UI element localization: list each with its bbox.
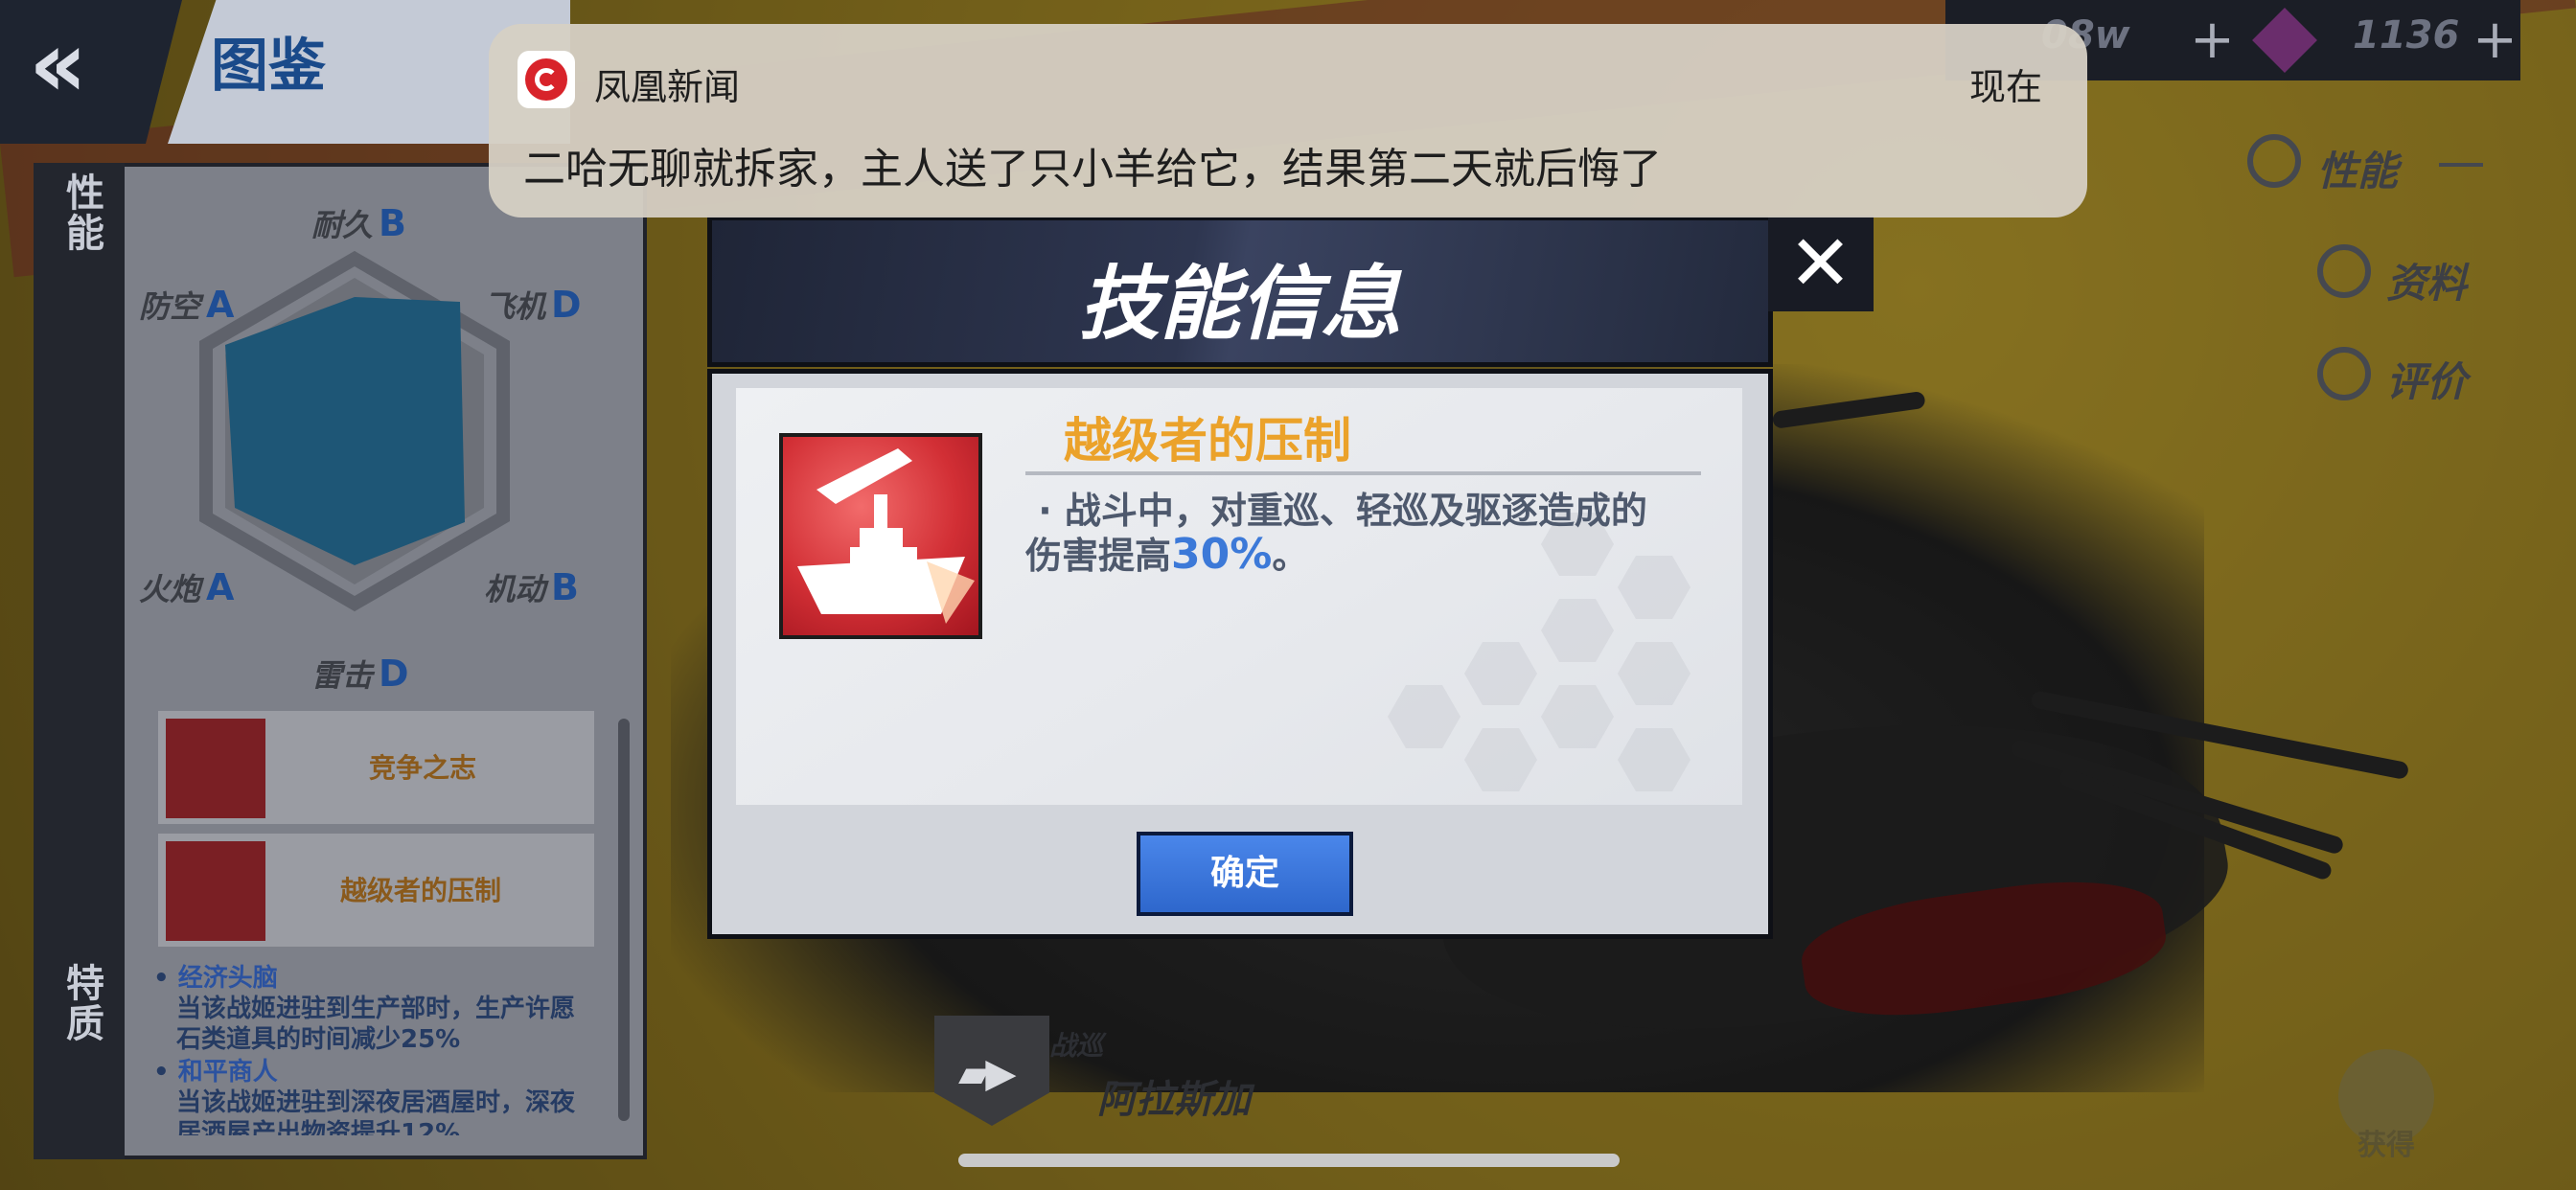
- battleship-icon: [797, 448, 975, 624]
- stat-anti-air: 防空 A: [139, 284, 235, 326]
- trait-text: 当该战姬进驻到深夜居酒屋时，深夜: [176, 1088, 576, 1117]
- phoenix-swirl-icon: [535, 68, 558, 91]
- skill-description: · 战斗中，对重巡、轻巡及驱逐造成的 伤害提高30%。: [1025, 490, 1647, 579]
- ship-class: 战巡: [1049, 1030, 1104, 1062]
- skill-icon: [779, 433, 982, 639]
- skill-bonus-value: 30%: [1171, 530, 1273, 579]
- skill-row[interactable]: 竞争之志: [158, 711, 594, 824]
- stat-mobility: 机动 B: [484, 566, 579, 608]
- clock-icon: [166, 719, 265, 818]
- hex-pattern: [1388, 685, 1460, 748]
- notification-time: 现在: [1969, 66, 2043, 108]
- obtain-label[interactable]: 获得: [2358, 1121, 2415, 1163]
- dialog-title: 技能信息: [1078, 257, 1401, 351]
- back-button[interactable]: ‹‹: [29, 18, 115, 110]
- gem-count: 1136: [2353, 13, 2460, 57]
- notification-app-name: 凤凰新闻: [594, 66, 741, 108]
- skill-row[interactable]: 越级者的压制: [158, 834, 594, 947]
- stat-aircraft: 飞机 D: [484, 284, 582, 326]
- trait-text: 当该战姬进驻到生产部时，生产许愿: [176, 995, 576, 1023]
- profile-icon: [2317, 244, 2371, 298]
- skill-row-name: 竞争之志: [369, 752, 477, 784]
- tab-review[interactable]: 评价: [2386, 350, 2467, 408]
- trait-title: 和平商人: [177, 1058, 278, 1087]
- trait-title: 经济头脑: [177, 964, 278, 993]
- hex-pattern: [1464, 642, 1537, 705]
- hex-pattern: [1618, 728, 1690, 791]
- hex-pattern: [1541, 599, 1614, 662]
- home-indicator[interactable]: [958, 1154, 1620, 1167]
- notification-message: 二哈无聊就拆家，主人送了只小羊给它，结果第二天就后悔了: [523, 145, 1662, 194]
- emblem-icon: ▰▶: [958, 1049, 1017, 1096]
- stat-torpedo: 雷击 D: [311, 652, 409, 695]
- skill-row-name: 越级者的压制: [340, 875, 502, 906]
- traits-section-label: 特质: [59, 963, 104, 1043]
- add-coins-button[interactable]: +: [2190, 0, 2235, 80]
- add-gems-button[interactable]: +: [2472, 0, 2518, 80]
- double-chevron-left-icon: ‹‹: [29, 11, 87, 118]
- hex-pattern: [1618, 642, 1690, 705]
- stat-durability: 耐久 B: [311, 202, 406, 244]
- battleship-icon: [166, 841, 265, 941]
- stat-firepower: 火炮 A: [139, 566, 235, 608]
- close-icon[interactable]: ✕: [1788, 216, 1852, 311]
- trait-text: 石类道具的时间减少25%: [176, 1025, 461, 1054]
- ship-name: 阿拉斯加: [1097, 1078, 1251, 1122]
- page-title: 图鉴: [211, 33, 326, 100]
- tab-profile[interactable]: 资料: [2386, 251, 2467, 309]
- gear-icon: [2247, 134, 2301, 188]
- scrollbar[interactable]: [618, 719, 630, 1121]
- skill-name: 越级者的压制: [1064, 413, 1351, 469]
- tab-indicator: [2439, 163, 2483, 167]
- trait-item: • 和平商人 当该战姬进驻到深夜居酒屋时，深夜 居酒屋产出物资提升12%: [153, 1057, 575, 1135]
- review-icon: [2317, 347, 2371, 400]
- hex-pattern: [1541, 685, 1614, 748]
- radar-chart: [199, 250, 510, 612]
- confirm-button[interactable]: 确定: [1137, 832, 1353, 916]
- tab-performance[interactable]: 性能: [2317, 139, 2398, 197]
- hex-pattern: [1464, 728, 1537, 791]
- trait-text: 居酒屋产出物资提升12%: [176, 1119, 461, 1135]
- performance-section-label: 性能: [59, 172, 104, 253]
- trait-item: • 经济头脑 当该战姬进驻到生产部时，生产许愿 石类道具的时间减少25%: [153, 964, 576, 1054]
- divider: [1025, 471, 1701, 475]
